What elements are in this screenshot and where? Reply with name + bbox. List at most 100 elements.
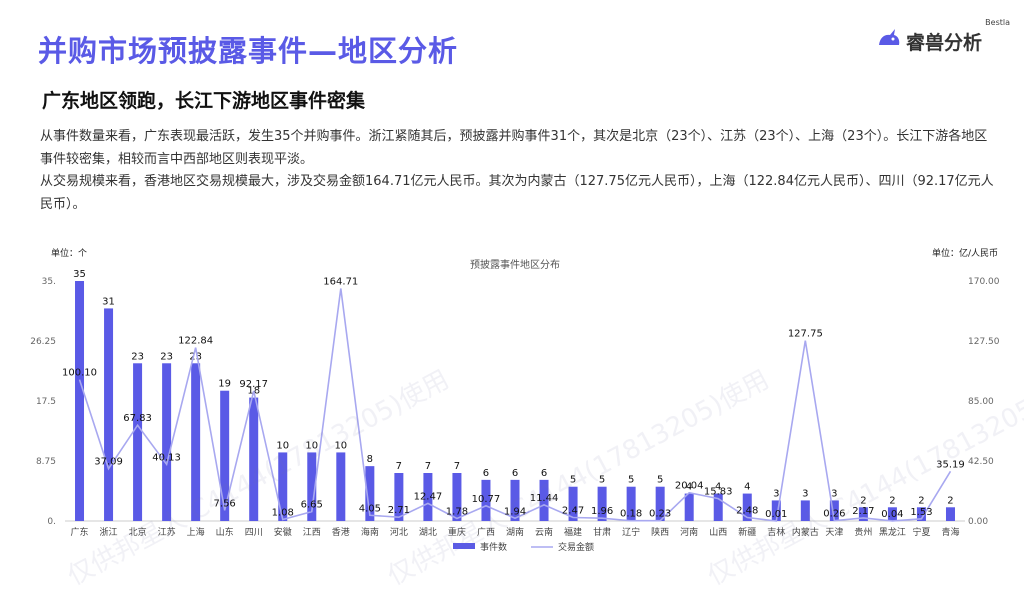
x-tick-label: 上海 bbox=[187, 526, 205, 538]
x-tick-label: 广东 bbox=[71, 526, 89, 538]
bar-value-label: 10 bbox=[276, 440, 289, 451]
line-value-label: 37.09 bbox=[94, 457, 123, 468]
bar-value-label: 5 bbox=[657, 475, 663, 486]
bar-value-label: 7 bbox=[454, 461, 460, 472]
line-value-label: 35.19 bbox=[936, 459, 965, 470]
line-value-label: 0.01 bbox=[765, 509, 787, 520]
x-tick-label: 黑龙江 bbox=[879, 526, 906, 538]
bar-value-label: 23 bbox=[189, 351, 202, 362]
bar-value-label: 3 bbox=[802, 488, 808, 499]
x-tick-label: 云南 bbox=[535, 526, 553, 538]
bar-value-label: 8 bbox=[367, 454, 373, 465]
legend-bar-swatch bbox=[453, 543, 475, 549]
right-tick-label: 170.00 bbox=[968, 277, 1000, 287]
bar bbox=[104, 308, 114, 521]
bar-value-label: 7 bbox=[425, 461, 431, 472]
line-value-label: 1.53 bbox=[910, 507, 932, 518]
bar-value-label: 6 bbox=[483, 468, 489, 479]
line-value-label: 0.18 bbox=[620, 509, 642, 520]
x-tick-label: 山西 bbox=[709, 527, 727, 538]
right-tick-label: 85.00 bbox=[968, 397, 994, 407]
bar bbox=[684, 493, 694, 521]
x-tick-label: 香港 bbox=[332, 526, 350, 538]
x-tick-label: 陕西 bbox=[651, 526, 669, 538]
line-value-label: 1.78 bbox=[446, 506, 468, 517]
line-value-label: 6.65 bbox=[301, 500, 323, 511]
bar-value-label: 10 bbox=[305, 440, 318, 451]
bar bbox=[945, 507, 955, 521]
logo-text: 睿兽分析 bbox=[906, 32, 983, 54]
x-tick-label: 湖南 bbox=[506, 526, 524, 538]
x-tick-label: 浙江 bbox=[100, 526, 118, 538]
bar-value-label: 31 bbox=[102, 296, 115, 307]
bar-value-label: 5 bbox=[628, 475, 634, 486]
x-tick-label: 内蒙古 bbox=[792, 526, 819, 538]
left-tick-label: 8.75 bbox=[36, 457, 56, 467]
brand-logo: Bestla 睿兽分析 bbox=[870, 18, 1010, 58]
bar-value-label: 4 bbox=[744, 482, 750, 493]
line-value-label: 2.71 bbox=[388, 505, 410, 516]
line-value-label: 11.44 bbox=[530, 493, 559, 504]
x-tick-label: 安徽 bbox=[274, 526, 292, 538]
bar-value-label: 2 bbox=[860, 495, 866, 506]
line-value-label: 127.75 bbox=[788, 329, 823, 340]
line-value-label: 12.47 bbox=[414, 491, 443, 502]
section-subtitle: 广东地区领跑，长江下游地区事件密集 bbox=[42, 90, 366, 112]
line-value-label: 1.94 bbox=[504, 506, 526, 517]
chart-title: 预披露事件地区分布 bbox=[470, 258, 560, 271]
x-tick-label: 广西 bbox=[477, 526, 495, 538]
bar-value-label: 6 bbox=[512, 468, 518, 479]
line-value-label: 100.10 bbox=[62, 368, 97, 379]
bar-value-label: 23 bbox=[131, 351, 144, 362]
left-tick-label: 0. bbox=[47, 517, 56, 527]
line-value-label: 1.08 bbox=[272, 507, 294, 518]
x-tick-label: 山东 bbox=[216, 526, 234, 538]
x-tick-label: 福建 bbox=[564, 526, 582, 538]
line-value-label: 2.47 bbox=[562, 506, 584, 517]
x-tick-label: 吉林 bbox=[767, 526, 785, 538]
bar bbox=[75, 281, 85, 521]
x-tick-label: 海南 bbox=[361, 526, 379, 538]
bar-value-label: 19 bbox=[218, 379, 231, 390]
line-value-label: 164.71 bbox=[323, 276, 358, 287]
line-value-label: 7.56 bbox=[214, 498, 236, 509]
line-value-label: 10.77 bbox=[472, 494, 501, 505]
line-value-label: 1.96 bbox=[591, 506, 613, 517]
bar-value-label: 3 bbox=[773, 488, 779, 499]
bar-value-label: 2 bbox=[947, 495, 953, 506]
legend-line-label: 交易金额 bbox=[558, 541, 594, 553]
bar-value-label: 10 bbox=[334, 440, 347, 451]
bar bbox=[133, 363, 143, 521]
bar-value-label: 35 bbox=[73, 269, 86, 280]
logo-small-text: Bestla bbox=[985, 18, 1010, 27]
line-value-label: 2.17 bbox=[852, 506, 874, 517]
paragraph-event-count: 从事件数量来看，广东表现最活跃，发生35个并购事件。浙江紧随其后，预披露并购事件… bbox=[40, 129, 988, 167]
bar bbox=[800, 500, 810, 521]
x-tick-label: 天津 bbox=[825, 527, 843, 538]
bar bbox=[191, 363, 201, 521]
right-tick-label: 42.50 bbox=[968, 457, 994, 467]
x-tick-label: 宁夏 bbox=[912, 526, 930, 538]
x-tick-label: 江西 bbox=[303, 527, 321, 538]
x-tick-label: 青海 bbox=[941, 526, 959, 538]
x-tick-label: 湖北 bbox=[419, 527, 437, 538]
bar-value-label: 5 bbox=[570, 475, 576, 486]
bar bbox=[249, 397, 259, 521]
bar-value-label: 2 bbox=[918, 495, 924, 506]
x-tick-label: 河南 bbox=[680, 526, 698, 538]
x-tick-label: 江苏 bbox=[158, 526, 176, 538]
x-tick-label: 重庆 bbox=[448, 526, 466, 538]
bar bbox=[336, 452, 346, 521]
page-title: 并购市场预披露事件—地区分析 bbox=[38, 34, 459, 68]
unicorn-logo-icon bbox=[879, 29, 900, 45]
line-value-label: 40.13 bbox=[152, 452, 181, 463]
left-axis-unit: 单位：个 bbox=[51, 247, 87, 259]
bar-value-label: 6 bbox=[541, 468, 547, 479]
bar-value-label: 7 bbox=[396, 461, 402, 472]
left-tick-label: 17.5 bbox=[36, 397, 56, 407]
x-tick-label: 河北 bbox=[390, 526, 408, 538]
region-distribution-chart: 预披露事件地区分布 单位：个 单位：亿/人民币 0. 8.75 17.5 26.25 35. 0… bbox=[30, 247, 1000, 553]
left-tick-label: 26.25 bbox=[30, 337, 56, 347]
line-value-label: 67.83 bbox=[123, 413, 152, 424]
x-tick-label: 贵州 bbox=[854, 526, 872, 538]
